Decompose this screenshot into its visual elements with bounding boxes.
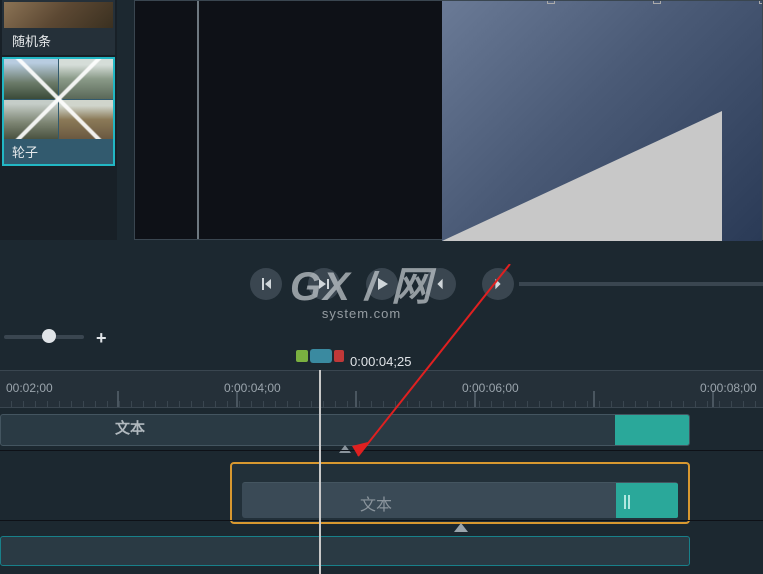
watermark-sub: system.com <box>290 306 433 321</box>
playback-progress-bar[interactable] <box>519 282 763 286</box>
marker-red-icon <box>334 350 344 362</box>
play-button[interactable] <box>366 268 398 300</box>
playhead-grip-icon[interactable] <box>310 349 332 363</box>
zoom-in-button[interactable]: + <box>96 328 107 349</box>
preview-canvas[interactable] <box>442 1 762 241</box>
ruler-label: 0:00:04;00 <box>224 381 281 395</box>
media-thumb-random-bars[interactable]: 随机条 <box>2 0 115 55</box>
timeline-track-text-2[interactable]: 文本 <box>0 456 763 520</box>
step-back-icon <box>316 276 332 292</box>
media-thumb-image <box>4 2 113 28</box>
timeline-track-text-1[interactable]: 文本 <box>0 410 763 450</box>
resize-handle-icon[interactable] <box>547 1 555 4</box>
preview-shape-triangle <box>442 111 722 241</box>
clip-expand-arrow-icon[interactable] <box>339 445 351 453</box>
preview-marker-line <box>197 1 199 239</box>
play-icon <box>374 276 390 292</box>
next-marker-button[interactable] <box>482 268 514 300</box>
chevron-left-icon <box>433 277 447 291</box>
timeline-clip[interactable] <box>0 536 690 566</box>
zoom-slider-thumb[interactable] <box>42 329 56 343</box>
playhead-marker-flags[interactable] <box>296 350 344 362</box>
media-library-panel: 随机条 轮子 <box>0 0 117 240</box>
media-thumb-wheel[interactable]: 轮子 <box>2 57 115 166</box>
timeline-track-video[interactable] <box>0 528 763 568</box>
timeline-clip-selected[interactable]: 文本 <box>230 462 690 524</box>
playhead-line[interactable] <box>319 370 321 574</box>
clip-trim-grip-icon[interactable] <box>624 495 626 509</box>
timeline-ruler[interactable]: 00:02;00 0:00:04;00 0:00:06;00 0:00:08;0… <box>0 370 763 408</box>
timeline-clip[interactable]: 文本 <box>0 414 690 446</box>
step-back-button[interactable] <box>308 268 340 300</box>
clip-label: 文本 <box>360 491 392 515</box>
track-separator <box>0 520 763 521</box>
clip-transition-end[interactable] <box>616 483 678 518</box>
media-thumb-image <box>4 59 113 139</box>
resize-handle-icon[interactable] <box>759 1 762 4</box>
media-thumb-label: 轮子 <box>4 139 113 164</box>
ruler-label: 00:02;00 <box>6 381 53 395</box>
ruler-ticks <box>0 371 763 407</box>
preview-monitor <box>134 0 763 240</box>
ruler-label: 0:00:08;00 <box>700 381 757 395</box>
timeline-zoom-row: + <box>0 326 763 348</box>
prev-frame-button[interactable] <box>250 268 282 300</box>
clip-label: 文本 <box>115 417 145 438</box>
clip-body[interactable]: 文本 <box>242 482 678 518</box>
clip-transition-end[interactable] <box>615 415 689 445</box>
track-separator <box>0 450 763 451</box>
playhead-time-display: 0:00:04;25 <box>350 354 411 369</box>
media-thumb-label: 随机条 <box>4 28 113 53</box>
chevron-right-icon <box>491 277 505 291</box>
prev-marker-button[interactable] <box>424 268 456 300</box>
prev-frame-icon <box>258 276 274 292</box>
pip-selection-handles[interactable] <box>547 1 762 7</box>
ruler-label: 0:00:06;00 <box>462 381 519 395</box>
timeline-panel: 0:00:04;25 00:02;00 0:00:04;00 0:00:06;0… <box>0 348 763 574</box>
marker-green-icon <box>296 350 308 362</box>
resize-handle-icon[interactable] <box>653 1 661 4</box>
